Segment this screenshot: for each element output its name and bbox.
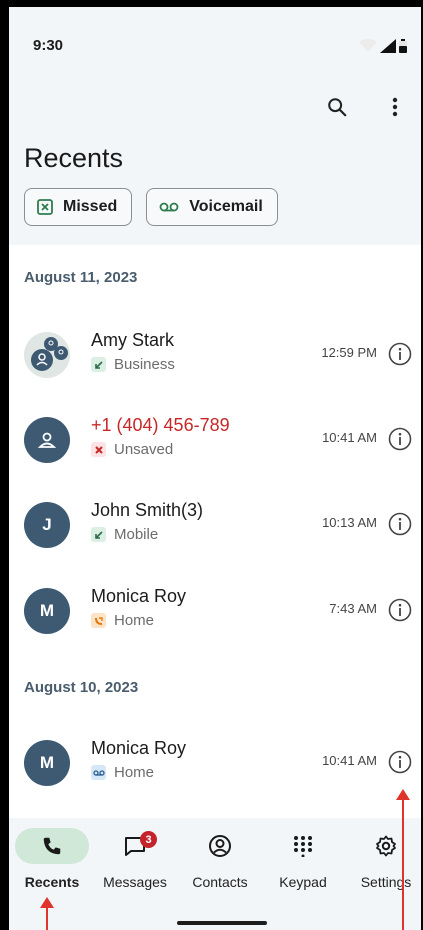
info-icon[interactable]	[388, 342, 412, 366]
filter-chip-missed[interactable]: Missed	[24, 188, 133, 226]
annotation-arrow-head	[40, 897, 54, 908]
more-vert-icon[interactable]	[383, 95, 407, 119]
contact-name: John Smith(3)	[91, 500, 204, 520]
nav-pill	[349, 828, 423, 864]
contact-name: Monica Roy	[91, 586, 187, 606]
status-time: 9:30	[33, 37, 64, 54]
missed-call-box-icon	[37, 199, 53, 215]
info-icon[interactable]	[388, 512, 412, 536]
wifi-icon	[359, 39, 377, 52]
status-bar: 9:30	[9, 7, 421, 67]
filter-chips: Missed Voicemail	[24, 188, 278, 226]
call-details: Unsaved	[91, 441, 173, 458]
avatar: J	[24, 502, 70, 548]
nav-label: Messages	[103, 874, 167, 890]
page-title: Recents	[24, 143, 124, 173]
filter-chip-label: Voicemail	[189, 198, 263, 215]
date-header: August 11, 2023	[24, 269, 138, 286]
search-icon[interactable]	[325, 95, 349, 119]
call-details: Home	[91, 764, 154, 781]
incoming-call-icon	[91, 527, 106, 542]
nav-label: Keypad	[279, 874, 327, 890]
call-time: 7:43 AM	[329, 601, 377, 616]
list-item[interactable]: M Monica Roy Home 7:43 AM	[9, 576, 421, 646]
phone-icon	[43, 837, 61, 855]
nav-pill	[266, 828, 340, 864]
nav-pill	[183, 828, 257, 864]
contact-name: +1 (404) 456-789	[91, 415, 230, 435]
phone-type: Home	[114, 764, 155, 781]
nav-label: Settings	[360, 874, 412, 890]
call-details: Business	[91, 356, 175, 373]
status-icons	[359, 39, 407, 53]
missed-call-icon	[91, 442, 106, 457]
contact-name: Amy Stark	[91, 330, 175, 350]
bottom-navigation: Recents 3 Messages Contacts Keypad Setti…	[9, 818, 421, 930]
phone-type: Business	[114, 356, 175, 373]
nav-item-messages[interactable]: 3 Messages	[94, 828, 176, 890]
avatar: M	[24, 588, 70, 634]
nav-label: Recents	[24, 874, 80, 890]
nav-item-recents[interactable]: Recents	[11, 828, 93, 890]
annotation-arrow-shaft	[402, 798, 404, 930]
phone-type: Home	[114, 612, 155, 629]
call-details: Mobile	[91, 526, 158, 543]
contact-name: Monica Roy	[91, 738, 187, 758]
filter-chip-label: Missed	[63, 198, 118, 215]
frame-border-left	[0, 0, 9, 930]
info-icon[interactable]	[388, 427, 412, 451]
voicemail-icon	[159, 202, 179, 212]
call-details: Home	[91, 612, 154, 629]
outgoing-call-icon	[91, 613, 106, 628]
call-time: 10:41 AM	[322, 430, 377, 445]
nav-pill: 3	[98, 828, 172, 864]
nav-item-contacts[interactable]: Contacts	[179, 828, 261, 890]
incoming-call-icon	[91, 357, 106, 372]
appbar-actions	[325, 95, 407, 119]
nav-item-keypad[interactable]: Keypad	[262, 828, 344, 890]
call-time: 12:59 PM	[321, 345, 377, 360]
call-time: 10:41 AM	[322, 753, 377, 768]
group-avatar	[24, 332, 70, 378]
list-item[interactable]: J John Smith(3) Mobile 10:13 AM	[9, 490, 421, 560]
call-time: 10:13 AM	[322, 515, 377, 530]
battery-icon	[399, 39, 407, 53]
gesture-navigation-bar[interactable]	[177, 921, 267, 925]
nav-item-settings[interactable]: Settings	[345, 828, 423, 890]
cellular-signal-icon	[380, 39, 396, 53]
nav-pill-active	[15, 828, 89, 864]
filter-chip-voicemail[interactable]: Voicemail	[146, 188, 278, 226]
avatar: M	[24, 740, 70, 786]
contacts-icon	[209, 835, 231, 857]
list-item[interactable]: M Monica Roy Home 10:41 AM	[9, 728, 421, 798]
settings-icon	[376, 835, 396, 857]
phone-type: Mobile	[114, 526, 159, 543]
frame-border-top	[0, 0, 423, 7]
person-icon	[24, 417, 70, 463]
info-icon[interactable]	[388, 598, 412, 622]
info-icon[interactable]	[388, 750, 412, 774]
dialpad-icon	[294, 836, 312, 857]
annotation-arrow-head	[396, 789, 410, 800]
list-item[interactable]: +1 (404) 456-789 Unsaved 10:41 AM	[9, 405, 421, 475]
date-header: August 10, 2023	[24, 679, 139, 696]
unread-count-badge: 3	[140, 831, 157, 848]
nav-label: Contacts	[192, 874, 248, 890]
voicemail-icon	[91, 765, 106, 780]
list-item[interactable]: Amy Stark Business 12:59 PM	[9, 320, 421, 390]
annotation-arrow-shaft	[46, 906, 48, 930]
header-area: 9:30 Recents Missed Voicemail	[9, 7, 421, 245]
phone-type: Unsaved	[114, 441, 174, 458]
